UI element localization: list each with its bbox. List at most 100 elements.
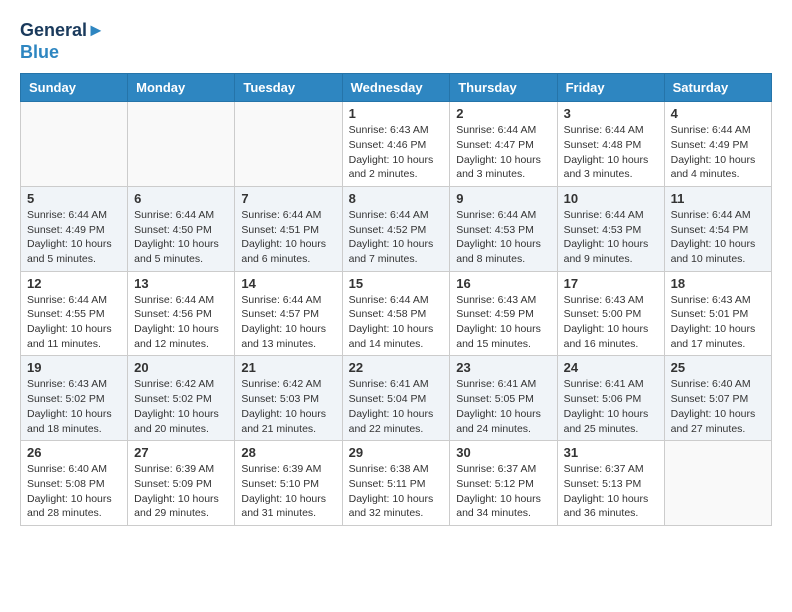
- day-cell: [21, 102, 128, 187]
- day-info: Sunrise: 6:43 AM Sunset: 5:00 PM Dayligh…: [564, 293, 658, 352]
- day-number: 12: [27, 276, 121, 291]
- day-cell: 22 Sunrise: 6:41 AM Sunset: 5:04 PM Dayli…: [342, 356, 450, 441]
- day-number: 8: [349, 191, 444, 206]
- day-cell: 29 Sunrise: 6:38 AM Sunset: 5:11 PM Dayli…: [342, 441, 450, 526]
- day-info: Sunrise: 6:44 AM Sunset: 4:56 PM Dayligh…: [134, 293, 228, 352]
- day-number: 25: [671, 360, 765, 375]
- day-info: Sunrise: 6:44 AM Sunset: 4:55 PM Dayligh…: [27, 293, 121, 352]
- day-info: Sunrise: 6:44 AM Sunset: 4:52 PM Dayligh…: [349, 208, 444, 267]
- day-info: Sunrise: 6:44 AM Sunset: 4:51 PM Dayligh…: [241, 208, 335, 267]
- week-row-2: 5 Sunrise: 6:44 AM Sunset: 4:49 PM Daylig…: [21, 186, 772, 271]
- day-cell: 2 Sunrise: 6:44 AM Sunset: 4:47 PM Daylig…: [450, 102, 557, 187]
- day-number: 3: [564, 106, 658, 121]
- day-number: 29: [349, 445, 444, 460]
- day-number: 23: [456, 360, 550, 375]
- day-number: 5: [27, 191, 121, 206]
- day-cell: 16 Sunrise: 6:43 AM Sunset: 4:59 PM Dayli…: [450, 271, 557, 356]
- day-info: Sunrise: 6:40 AM Sunset: 5:07 PM Dayligh…: [671, 377, 765, 436]
- day-cell: 27 Sunrise: 6:39 AM Sunset: 5:09 PM Dayli…: [128, 441, 235, 526]
- day-info: Sunrise: 6:44 AM Sunset: 4:49 PM Dayligh…: [27, 208, 121, 267]
- page-header: General► Blue: [20, 20, 772, 63]
- day-info: Sunrise: 6:44 AM Sunset: 4:48 PM Dayligh…: [564, 123, 658, 182]
- day-info: Sunrise: 6:41 AM Sunset: 5:04 PM Dayligh…: [349, 377, 444, 436]
- day-cell: 14Sunrise: 6:44 AM Sunset: 4:57 PM Dayli…: [235, 271, 342, 356]
- day-cell: 6 Sunrise: 6:44 AM Sunset: 4:50 PM Daylig…: [128, 186, 235, 271]
- col-header-sunday: Sunday: [21, 74, 128, 102]
- col-header-wednesday: Wednesday: [342, 74, 450, 102]
- day-number: 30: [456, 445, 550, 460]
- day-info: Sunrise: 6:40 AM Sunset: 5:08 PM Dayligh…: [27, 462, 121, 521]
- day-cell: 30 Sunrise: 6:37 AM Sunset: 5:12 PM Dayli…: [450, 441, 557, 526]
- day-cell: 17Sunrise: 6:43 AM Sunset: 5:00 PM Dayli…: [557, 271, 664, 356]
- day-cell: [664, 441, 771, 526]
- col-header-thursday: Thursday: [450, 74, 557, 102]
- day-info: Sunrise: 6:39 AM Sunset: 5:09 PM Dayligh…: [134, 462, 228, 521]
- col-header-monday: Monday: [128, 74, 235, 102]
- day-info: Sunrise: 6:44 AM Sunset: 4:58 PM Dayligh…: [349, 293, 444, 352]
- day-number: 2: [456, 106, 550, 121]
- day-cell: 3 Sunrise: 6:44 AM Sunset: 4:48 PM Daylig…: [557, 102, 664, 187]
- day-number: 11: [671, 191, 765, 206]
- day-number: 14: [241, 276, 335, 291]
- col-header-saturday: Saturday: [664, 74, 771, 102]
- day-number: 20: [134, 360, 228, 375]
- day-info: Sunrise: 6:44 AM Sunset: 4:49 PM Dayligh…: [671, 123, 765, 182]
- calendar-header-row: SundayMondayTuesdayWednesdayThursdayFrid…: [21, 74, 772, 102]
- day-info: Sunrise: 6:43 AM Sunset: 4:59 PM Dayligh…: [456, 293, 550, 352]
- day-cell: 28 Sunrise: 6:39 AM Sunset: 5:10 PM Dayli…: [235, 441, 342, 526]
- day-cell: 11 Sunrise: 6:44 AM Sunset: 4:54 PM Dayli…: [664, 186, 771, 271]
- day-number: 21: [241, 360, 335, 375]
- day-info: Sunrise: 6:44 AM Sunset: 4:53 PM Dayligh…: [456, 208, 550, 267]
- day-number: 16: [456, 276, 550, 291]
- day-info: Sunrise: 6:44 AM Sunset: 4:50 PM Dayligh…: [134, 208, 228, 267]
- week-row-4: 19 Sunrise: 6:43 AM Sunset: 5:02 PM Dayli…: [21, 356, 772, 441]
- day-number: 6: [134, 191, 228, 206]
- day-cell: 21 Sunrise: 6:42 AM Sunset: 5:03 PM Dayli…: [235, 356, 342, 441]
- week-row-3: 12 Sunrise: 6:44 AM Sunset: 4:55 PM Dayli…: [21, 271, 772, 356]
- day-number: 22: [349, 360, 444, 375]
- day-number: 19: [27, 360, 121, 375]
- day-number: 31: [564, 445, 658, 460]
- day-info: Sunrise: 6:43 AM Sunset: 5:02 PM Dayligh…: [27, 377, 121, 436]
- day-number: 27: [134, 445, 228, 460]
- day-info: Sunrise: 6:42 AM Sunset: 5:02 PM Dayligh…: [134, 377, 228, 436]
- day-info: Sunrise: 6:38 AM Sunset: 5:11 PM Dayligh…: [349, 462, 444, 521]
- day-cell: 26 Sunrise: 6:40 AM Sunset: 5:08 PM Dayli…: [21, 441, 128, 526]
- day-info: Sunrise: 6:44 AM Sunset: 4:47 PM Dayligh…: [456, 123, 550, 182]
- day-info: Sunrise: 6:41 AM Sunset: 5:06 PM Dayligh…: [564, 377, 658, 436]
- day-info: Sunrise: 6:43 AM Sunset: 4:46 PM Dayligh…: [349, 123, 444, 182]
- day-cell: 24 Sunrise: 6:41 AM Sunset: 5:06 PM Dayli…: [557, 356, 664, 441]
- day-number: 26: [27, 445, 121, 460]
- day-cell: 8 Sunrise: 6:44 AM Sunset: 4:52 PM Daylig…: [342, 186, 450, 271]
- day-number: 28: [241, 445, 335, 460]
- col-header-tuesday: Tuesday: [235, 74, 342, 102]
- day-number: 13: [134, 276, 228, 291]
- logo: General► Blue: [20, 20, 105, 63]
- day-info: Sunrise: 6:41 AM Sunset: 5:05 PM Dayligh…: [456, 377, 550, 436]
- calendar-table: SundayMondayTuesdayWednesdayThursdayFrid…: [20, 73, 772, 526]
- day-number: 24: [564, 360, 658, 375]
- day-number: 15: [349, 276, 444, 291]
- day-info: Sunrise: 6:42 AM Sunset: 5:03 PM Dayligh…: [241, 377, 335, 436]
- day-cell: 25 Sunrise: 6:40 AM Sunset: 5:07 PM Dayli…: [664, 356, 771, 441]
- day-cell: 31 Sunrise: 6:37 AM Sunset: 5:13 PM Dayli…: [557, 441, 664, 526]
- day-info: Sunrise: 6:37 AM Sunset: 5:13 PM Dayligh…: [564, 462, 658, 521]
- day-cell: 1 Sunrise: 6:43 AM Sunset: 4:46 PM Daylig…: [342, 102, 450, 187]
- day-cell: 18Sunrise: 6:43 AM Sunset: 5:01 PM Dayli…: [664, 271, 771, 356]
- logo-text: General►: [20, 20, 105, 42]
- day-cell: 7Sunrise: 6:44 AM Sunset: 4:51 PM Daylig…: [235, 186, 342, 271]
- day-info: Sunrise: 6:44 AM Sunset: 4:53 PM Dayligh…: [564, 208, 658, 267]
- day-cell: 13 Sunrise: 6:44 AM Sunset: 4:56 PM Dayli…: [128, 271, 235, 356]
- day-info: Sunrise: 6:37 AM Sunset: 5:12 PM Dayligh…: [456, 462, 550, 521]
- day-number: 1: [349, 106, 444, 121]
- logo-text-blue: Blue: [20, 42, 105, 64]
- week-row-5: 26 Sunrise: 6:40 AM Sunset: 5:08 PM Dayli…: [21, 441, 772, 526]
- day-cell: 19 Sunrise: 6:43 AM Sunset: 5:02 PM Dayli…: [21, 356, 128, 441]
- day-number: 4: [671, 106, 765, 121]
- day-cell: 15 Sunrise: 6:44 AM Sunset: 4:58 PM Dayli…: [342, 271, 450, 356]
- day-cell: 9Sunrise: 6:44 AM Sunset: 4:53 PM Daylig…: [450, 186, 557, 271]
- col-header-friday: Friday: [557, 74, 664, 102]
- day-cell: 12 Sunrise: 6:44 AM Sunset: 4:55 PM Dayli…: [21, 271, 128, 356]
- day-info: Sunrise: 6:39 AM Sunset: 5:10 PM Dayligh…: [241, 462, 335, 521]
- day-info: Sunrise: 6:44 AM Sunset: 4:54 PM Dayligh…: [671, 208, 765, 267]
